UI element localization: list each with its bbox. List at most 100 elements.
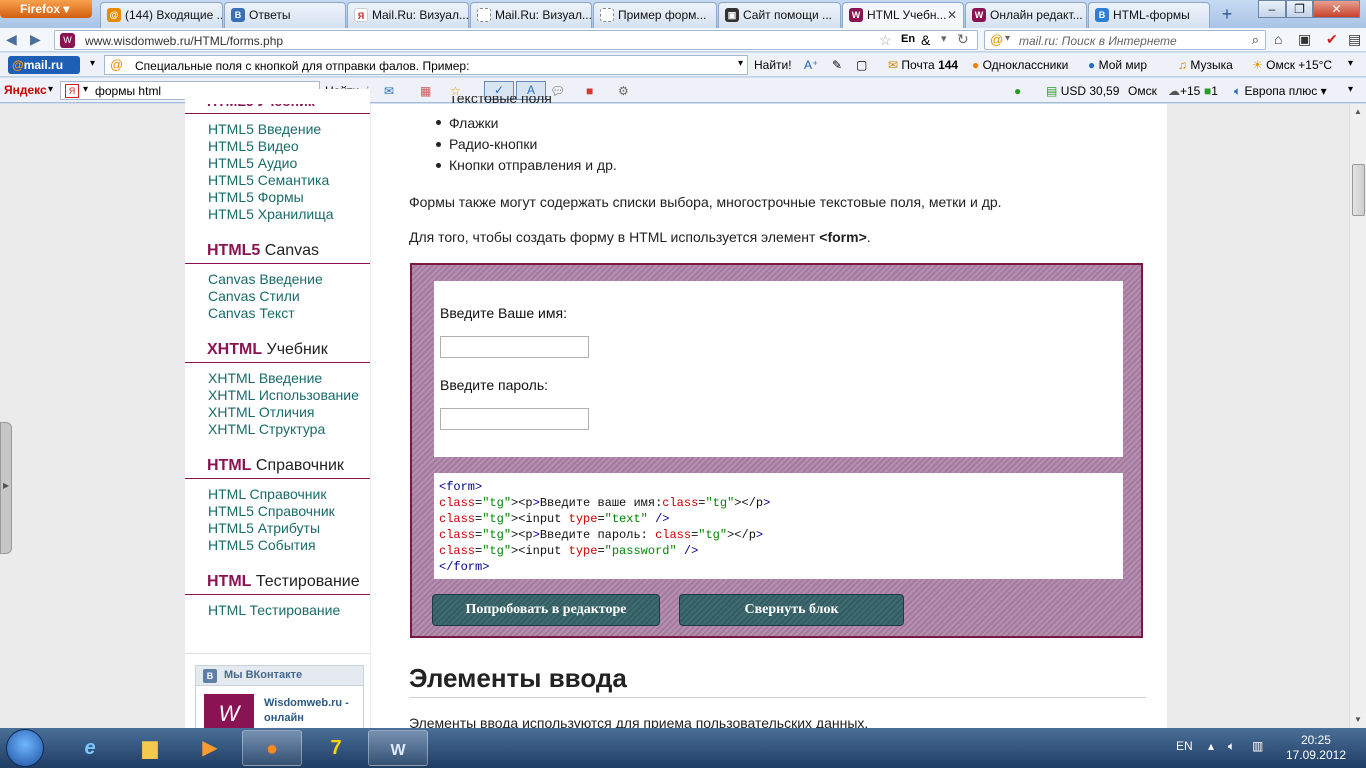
font-icon[interactable]: A⁺ <box>804 58 818 72</box>
search-icon[interactable]: ⌕ <box>1252 32 1259 48</box>
seven-app-icon[interactable]: 7 <box>306 730 366 766</box>
sidebar-link-html5-reference[interactable]: HTML5 Справочник <box>208 503 335 519</box>
new-tab-button[interactable]: + <box>1213 3 1241 26</box>
chevron-down-icon[interactable]: ▾ <box>1348 58 1353 69</box>
vertical-scrollbar[interactable]: ▲ ▼ <box>1349 104 1366 728</box>
scroll-down-icon[interactable]: ▼ <box>1350 712 1366 728</box>
dropdown-icon[interactable]: ▾ <box>1005 33 1010 44</box>
music-item[interactable]: ♫ Музыка <box>1178 58 1233 72</box>
tab-help-site[interactable]: ▣ Сайт помощи ... <box>718 2 841 28</box>
language-indicator[interactable]: EN <box>1176 739 1193 753</box>
mail-checker-icon[interactable]: ✔ <box>1326 31 1338 48</box>
url-bar[interactable]: W www.wisdomweb.ru/HTML/forms.php ☆ En &… <box>54 30 978 50</box>
yandex-logo[interactable]: Яндекс <box>4 83 47 97</box>
dropdown-icon[interactable]: ▾ <box>90 58 95 69</box>
sidebar-link-xhtml-structure[interactable]: XHTML Структура <box>208 421 325 437</box>
weather-item[interactable]: ☁+15 <box>1168 84 1200 98</box>
sidebar-link-xhtml-usage[interactable]: XHTML Использование <box>208 387 359 403</box>
search-box[interactable]: @ ▾ mail.ru: Поиск в Интернете ⌕ <box>984 30 1266 50</box>
tab-online-editor[interactable]: W Онлайн редакт... <box>965 2 1087 28</box>
start-button[interactable] <box>6 729 44 767</box>
pencil-icon[interactable]: ✎ <box>832 58 842 72</box>
close-window-button[interactable]: ✕ <box>1313 0 1360 18</box>
ampersand-icon[interactable]: & <box>921 32 930 48</box>
firefox-menu-button[interactable]: Firefox ▾ <box>0 0 92 18</box>
odnoklassniki-item[interactable]: ● Одноклассники <box>972 58 1068 72</box>
notifications-item[interactable]: ■1 <box>1204 84 1218 98</box>
password-label: Введите пароль: <box>440 377 549 393</box>
tab-mailru-visual-1[interactable]: Я Mail.Ru: Визуал... <box>347 2 469 28</box>
mailru-search-input[interactable]: @ Специальные поля с кнопкой для отправк… <box>104 55 748 75</box>
sidebar-toggle-handle[interactable]: ▶ <box>0 422 12 554</box>
addon-icon[interactable]: ▣ <box>1298 31 1311 48</box>
tab-html-tutorial[interactable]: W HTML Учебн... ✕ <box>842 2 964 29</box>
sidebar-link-xhtml-intro[interactable]: XHTML Введение <box>208 370 322 386</box>
bullet-icon <box>436 142 441 147</box>
tab-mailru-visual-2[interactable]: Mail.Ru: Визуал... <box>470 2 592 28</box>
dropdown-icon[interactable]: ▾ <box>941 32 947 45</box>
radio-item[interactable]: 🔈︎ Европа плюс ▾ <box>1234 84 1327 99</box>
back-icon[interactable]: ◀ <box>6 31 17 48</box>
media-player-icon[interactable]: ▶ <box>180 730 240 766</box>
scroll-up-icon[interactable]: ▲ <box>1350 104 1366 120</box>
dropdown-icon[interactable]: ▾ <box>83 84 88 95</box>
name-input[interactable] <box>440 336 589 358</box>
sidebar-link-canvas-text[interactable]: Canvas Текст <box>208 305 295 321</box>
minimize-button[interactable]: – <box>1258 0 1286 18</box>
sidebar-link-html-testing[interactable]: HTML Тестирование <box>208 602 340 618</box>
clock[interactable]: 20:25 17.09.2012 <box>1286 733 1346 763</box>
vk-icon: B <box>203 669 217 683</box>
password-input[interactable] <box>440 408 589 430</box>
sidebar-link-html5-semantics[interactable]: HTML5 Семантика <box>208 172 329 188</box>
maximize-button[interactable]: ❐ <box>1286 0 1313 18</box>
mail-item[interactable]: ✉ Почта 144 <box>888 58 958 72</box>
sidebar-link-html5-intro[interactable]: HTML5 Введение <box>208 121 321 137</box>
vk-group-name[interactable]: Wisdomweb.ru - онлайн <box>264 696 360 726</box>
sidebar-link-html5-audio[interactable]: HTML5 Аудио <box>208 155 297 171</box>
bookmark-star-icon[interactable]: ☆ <box>879 32 892 49</box>
sidebar-link-html5-attributes[interactable]: HTML5 Атрибуты <box>208 520 320 536</box>
screenshot-icon[interactable]: ▢ <box>856 58 867 72</box>
network-icon[interactable]: ▥ <box>1252 739 1263 753</box>
dropdown-icon[interactable]: ▾ <box>738 58 743 69</box>
language-indicator[interactable]: En <box>901 33 915 45</box>
close-tab-icon[interactable]: ✕ <box>947 3 957 27</box>
sidebar-link-canvas-intro[interactable]: Canvas Введение <box>208 271 323 287</box>
sidebar-link-html5-forms[interactable]: HTML5 Формы <box>208 189 304 205</box>
collapse-block-button[interactable]: Свернуть блок <box>679 594 904 626</box>
tools-icon[interactable]: ▤ <box>1348 31 1361 48</box>
sidebar-link-html5-events[interactable]: HTML5 События <box>208 537 316 553</box>
show-hidden-icons[interactable]: ▴ <box>1208 739 1214 753</box>
tab-answers[interactable]: B Ответы <box>224 2 346 28</box>
word-icon[interactable]: W <box>368 730 428 766</box>
myworld-item[interactable]: ● Мой мир <box>1088 58 1147 72</box>
mailru-find-button[interactable]: Найти! <box>754 58 792 72</box>
ie-icon[interactable]: e <box>60 730 120 766</box>
tab-inbox[interactable]: @ (144) Входящие ... <box>100 2 223 28</box>
vk-widget[interactable]: B Мы ВКонтакте W Wisdomweb.ru - онлайн <box>195 665 364 735</box>
sidebar-link-html5-storage[interactable]: HTML5 Хранилища <box>208 206 334 222</box>
firefox-taskbar-icon[interactable]: ● <box>242 730 302 766</box>
tab-form-example[interactable]: Пример форм... <box>593 2 717 28</box>
sidebar-link-html-reference[interactable]: HTML Справочник <box>208 486 326 502</box>
scrollbar-thumb[interactable] <box>1352 164 1365 216</box>
home-icon[interactable]: ⌂ <box>1274 31 1282 47</box>
weather-item[interactable]: ☀ Омск +15°C <box>1252 58 1332 72</box>
mail-count: 144 <box>938 58 959 72</box>
explorer-icon[interactable]: ▆ <box>120 730 180 766</box>
yandex-icon: Я <box>65 84 79 98</box>
try-in-editor-button[interactable]: Попробовать в редакторе <box>432 594 660 626</box>
sidebar-link-canvas-styles[interactable]: Canvas Стили <box>208 288 300 304</box>
weather-icon: ☀ <box>1252 58 1263 72</box>
dropdown-icon[interactable]: ▾ <box>48 84 53 95</box>
sidebar-link-html5-video[interactable]: HTML5 Видео <box>208 138 299 154</box>
mailru-logo[interactable]: @mail.ru <box>8 56 80 74</box>
sidebar-heading-canvas: HTML5 Canvas <box>185 242 370 264</box>
chevron-down-icon[interactable]: ▾ <box>1348 84 1353 95</box>
tab-html-forms[interactable]: B HTML-формы <box>1088 2 1210 28</box>
sidebar-link-xhtml-differences[interactable]: XHTML Отличия <box>208 404 315 420</box>
reload-icon[interactable]: ↻ <box>957 31 969 48</box>
radio-label: Европа плюс <box>1244 84 1318 98</box>
forward-icon[interactable]: ▶ <box>30 31 41 48</box>
volume-icon[interactable]: 🔈︎ <box>1228 739 1235 754</box>
